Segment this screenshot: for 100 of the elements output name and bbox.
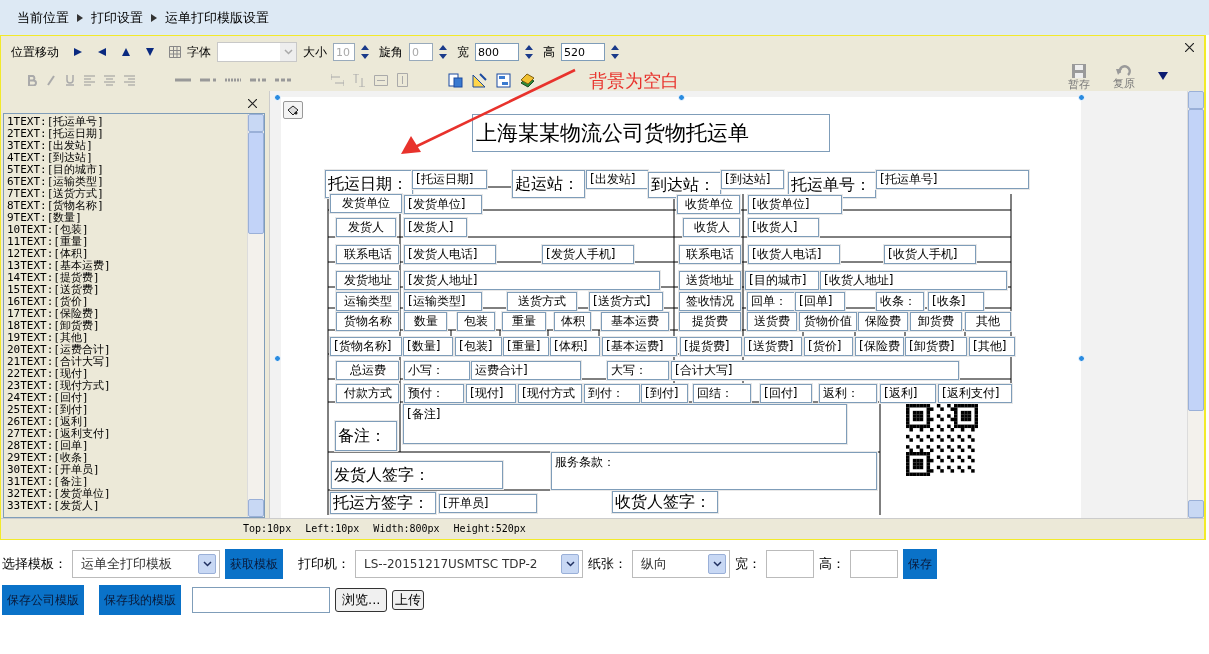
field-list-item[interactable]: 29TEXT:[收条] [7, 452, 244, 464]
template-field[interactable]: 联系电话 [336, 245, 399, 264]
template-field[interactable]: [收货人手机] [884, 245, 976, 264]
ruler-pencil-icon[interactable] [472, 72, 487, 88]
template-field[interactable]: 预付： [404, 384, 464, 403]
template-field[interactable]: 到付： [584, 384, 640, 403]
template-field[interactable]: [体积] [550, 337, 600, 356]
field-list-item[interactable]: 3TEXT:[出发站] [7, 140, 244, 152]
template-field[interactable]: 服务条款： [551, 452, 877, 490]
dash-line-icon[interactable] [275, 78, 291, 82]
save-my-template-button[interactable]: 保存我的模版 [99, 585, 181, 615]
template-field[interactable]: [货物名称] [330, 337, 402, 356]
template-field[interactable]: 付款方式 [336, 384, 399, 403]
spinner-icon[interactable] [611, 44, 619, 60]
template-field[interactable]: 体积 [554, 312, 591, 331]
template-field[interactable]: [包装] [455, 337, 502, 356]
template-field[interactable]: [托运日期] [412, 170, 487, 189]
template-field[interactable]: [保险费 [855, 337, 904, 356]
selection-handle[interactable] [274, 355, 281, 362]
template-select[interactable]: 运单全打印模板 [72, 550, 220, 578]
dropdown-triangle-icon[interactable] [1158, 72, 1168, 80]
arrow-down-icon[interactable] [145, 47, 155, 57]
field-list-item[interactable]: 2TEXT:[托运日期] [7, 128, 244, 140]
template-field[interactable]: [卸货费] [905, 337, 967, 356]
arrow-right-icon[interactable] [73, 47, 83, 57]
template-field[interactable]: 返利： [819, 384, 877, 403]
template-field[interactable]: [收条] [928, 292, 984, 311]
breadcrumb-item[interactable]: 打印设置 [91, 8, 143, 27]
template-field[interactable]: [发货单位] [404, 195, 482, 214]
same-width-icon[interactable] [374, 74, 388, 86]
height-input[interactable] [850, 550, 898, 578]
field-list-item[interactable]: 32TEXT:[发货单位] [7, 488, 244, 500]
arrow-left-icon[interactable] [97, 47, 107, 57]
template-field[interactable]: [备注] [403, 404, 847, 444]
template-field[interactable]: [托运单号] [876, 170, 1029, 189]
book-icon[interactable] [520, 72, 535, 88]
printer-select[interactable]: LS--20151217USMTSC TDP-2 [355, 550, 583, 578]
browse-button[interactable]: 浏览... [335, 588, 388, 612]
template-field[interactable]: 包装 [457, 312, 495, 331]
field-list-item[interactable]: 11TEXT:[重量] [7, 236, 244, 248]
field-list-item[interactable]: 1TEXT:[托运单号] [7, 116, 244, 128]
field-list-item[interactable]: 9TEXT:[数量] [7, 212, 244, 224]
grid-icon[interactable] [169, 46, 181, 58]
dash-dot-line-icon[interactable] [250, 78, 266, 82]
template-field[interactable]: [发货人] [404, 218, 467, 237]
field-list-item[interactable]: 13TEXT:[基本运费] [7, 260, 244, 272]
field-list-item[interactable]: 6TEXT:[运输类型] [7, 176, 244, 188]
template-field[interactable]: 运输类型 [336, 292, 399, 311]
template-field[interactable]: [收货人地址] [820, 271, 1007, 290]
template-field[interactable]: [收货人] [748, 218, 819, 237]
template-field[interactable]: [提货费] [680, 337, 742, 356]
selection-handle[interactable] [678, 94, 685, 101]
template-field[interactable]: 收货人 [683, 218, 740, 237]
template-field[interactable]: 提货费 [679, 312, 741, 331]
template-field[interactable]: 其他 [965, 312, 1011, 331]
selection-handle[interactable] [1078, 94, 1085, 101]
template-field[interactable]: 起运站： [512, 170, 585, 198]
italic-icon[interactable] [46, 74, 56, 86]
template-field[interactable]: 发货地址 [336, 271, 399, 290]
template-field[interactable]: 送货费 [747, 312, 797, 331]
scrollbar[interactable] [247, 114, 264, 517]
template-field[interactable]: 联系电话 [679, 245, 741, 264]
template-field[interactable]: 收货单位 [677, 195, 740, 214]
width-input[interactable] [766, 550, 814, 578]
template-field[interactable]: [回单] [795, 292, 845, 311]
spinner-icon[interactable] [361, 44, 369, 60]
field-list-item[interactable]: 10TEXT:[包装] [7, 224, 244, 236]
get-template-button[interactable]: 获取模板 [225, 549, 283, 579]
template-field[interactable]: 送货方式 [507, 292, 577, 311]
field-list-item[interactable]: 20TEXT:[运费合计] [7, 344, 244, 356]
save-button[interactable]: 保存 [903, 549, 937, 579]
close-icon[interactable] [1185, 43, 1194, 52]
template-field[interactable]: 签收情况 [679, 292, 741, 311]
same-height-icon[interactable] [397, 73, 408, 87]
template-field[interactable]: 送货地址 [679, 271, 741, 290]
height-input[interactable]: 520 [561, 43, 605, 61]
field-list-item[interactable]: 17TEXT:[保险费] [7, 308, 244, 320]
template-field[interactable]: [送货费] [744, 337, 802, 356]
template-field[interactable]: 小写： [404, 361, 470, 380]
selection-handle[interactable] [274, 94, 281, 101]
template-field[interactable]: [发货人地址] [404, 271, 660, 290]
field-list-item[interactable]: 33TEXT:[发货人] [7, 500, 244, 512]
template-field[interactable]: 运费合计] [471, 361, 581, 380]
template-field[interactable]: 大写： [607, 361, 669, 380]
width-input[interactable]: 800 [475, 43, 519, 61]
save-company-template-button[interactable]: 保存公司模版 [2, 585, 84, 615]
template-field[interactable]: 托运单号： [788, 172, 876, 198]
field-list-item[interactable]: 28TEXT:[回单] [7, 440, 244, 452]
field-list-item[interactable]: 12TEXT:[体积] [7, 248, 244, 260]
field-list-item[interactable]: 23TEXT:[现付方式] [7, 380, 244, 392]
template-field[interactable]: 卸货费 [910, 312, 962, 331]
paper-select[interactable]: 纵向 [632, 550, 730, 578]
template-field[interactable]: [返利支付] [938, 384, 1012, 403]
layout-icon[interactable] [496, 72, 511, 88]
template-field[interactable]: 总运费 [336, 361, 399, 380]
field-list-item[interactable]: 14TEXT:[提货费] [7, 272, 244, 284]
template-field[interactable]: 收条： [876, 292, 924, 311]
field-list-item[interactable]: 30TEXT:[开单员] [7, 464, 244, 476]
template-field[interactable]: 发货人 [336, 218, 396, 237]
template-field[interactable]: 保险费 [858, 312, 908, 331]
